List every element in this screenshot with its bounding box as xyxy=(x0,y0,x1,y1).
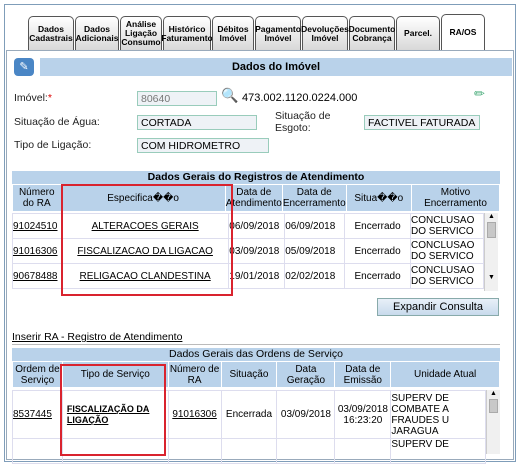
tab-ra-os[interactable]: RA/OS xyxy=(441,14,485,50)
tab-debitos-imovel[interactable]: Débitos Imóvel xyxy=(212,16,254,50)
ra-col-data-atendimento: Data de Atendimento xyxy=(224,184,283,212)
os-col-data-emissao: Data de Emissão xyxy=(334,361,392,388)
ra-motivo: CONCLUSAO DO SERVICO xyxy=(410,263,484,289)
ra-section-title: Dados Gerais do Registros de Atendimento xyxy=(12,171,500,184)
os-col-data-geracao: Data Geração xyxy=(276,361,336,388)
os-situacao: Encerrada xyxy=(220,390,278,439)
os-unidade: SUPERV DE xyxy=(390,438,486,464)
ra-motivo: CONCLUSAO DO SERVICO xyxy=(410,238,484,264)
agua-field: CORTADA xyxy=(137,115,257,130)
tab-historico-faturamento[interactable]: Histórico Faturamento xyxy=(161,16,213,50)
imovel-label: Imóvel:* xyxy=(14,92,52,104)
os-number-link[interactable]: 8537445 xyxy=(13,409,52,420)
chat-icon[interactable]: ✎ xyxy=(14,58,34,76)
ra-situacao: Encerrado xyxy=(344,238,412,264)
ra-data-encerramento: 02/02/2018 xyxy=(284,263,346,289)
ra-situacao: Encerrado xyxy=(344,213,412,239)
esgoto-label: Situação de Esgoto: xyxy=(275,110,331,134)
ra-data-atendimento: 03/09/2018 xyxy=(228,238,286,264)
ra-scrollbar[interactable]: ▲ ▼ xyxy=(484,213,498,291)
expandir-consulta-button[interactable]: Expandir Consulta xyxy=(377,298,499,316)
tab-pagamento-imovel[interactable]: Pagamento Imóvel xyxy=(255,16,301,50)
scroll-thumb[interactable] xyxy=(489,399,498,413)
tab-dados-adicionais[interactable]: Dados Adicionais xyxy=(75,16,119,50)
tipo-servico-highlight xyxy=(60,364,166,456)
os-scrollbar[interactable]: ▲ xyxy=(486,390,500,454)
scroll-thumb[interactable] xyxy=(487,222,496,238)
ra-number-link[interactable]: 90678488 xyxy=(13,271,58,282)
os-col-ordem: Ordem de Serviço xyxy=(12,361,63,388)
tab-bar: Dados Cadastrais Dados Adicionais Anális… xyxy=(28,12,485,50)
ra-situacao: Encerrado xyxy=(344,263,412,289)
os-section-title: Dados Gerais das Ordens de Serviço xyxy=(12,348,500,361)
os-data-geracao: 03/09/2018 xyxy=(276,390,336,439)
eraser-icon[interactable]: ✏ xyxy=(474,86,485,102)
tab-parcel[interactable]: Parcel. xyxy=(396,16,440,50)
ra-col-data-encerramento: Data de Encerramento xyxy=(281,184,347,212)
especificacao-highlight xyxy=(61,184,233,296)
tab-devolucoes-imovel[interactable]: Devoluções Imóvel xyxy=(301,16,349,50)
os-col-situacao: Situação xyxy=(220,361,278,388)
ra-col-numero: Número do RA xyxy=(12,184,62,212)
agua-label: Situação de Água: xyxy=(14,116,100,128)
scroll-down-icon[interactable]: ▼ xyxy=(485,274,498,281)
scroll-up-icon[interactable]: ▲ xyxy=(485,213,498,220)
tab-documento-cobranca[interactable]: Documento Cobrança xyxy=(349,16,395,50)
tab-dados-cadastrais[interactable]: Dados Cadastrais xyxy=(28,16,74,50)
imovel-section-title: Dados do Imóvel xyxy=(40,58,512,76)
ligacao-label: Tipo de Ligação: xyxy=(14,139,92,151)
os-data-emissao: 03/09/2018 16:23:20 xyxy=(334,390,392,439)
divider xyxy=(12,344,500,345)
os-ra-link[interactable]: 91016306 xyxy=(172,409,217,420)
imovel-inscricao-field: 473.002.1120.0224.000 xyxy=(242,92,358,104)
os-unidade: SUPERV DE COMBATE A FRAUDES U JARAGUA xyxy=(390,390,486,439)
ra-data-atendimento: 19/01/2018 xyxy=(228,263,286,289)
magnifier-search-icon[interactable]: 🔍 xyxy=(221,87,238,104)
ra-data-atendimento: 06/09/2018 xyxy=(228,213,286,239)
tab-analise-ligacao-consumo[interactable]: Análise Ligação Consumo xyxy=(120,16,162,50)
imovel-input[interactable]: 80640 xyxy=(137,91,217,106)
ra-data-encerramento: 06/09/2018 xyxy=(284,213,346,239)
ra-number-link[interactable]: 91024510 xyxy=(13,221,58,232)
ligacao-field: COM HIDROMETRO xyxy=(137,138,269,153)
scroll-up-icon[interactable]: ▲ xyxy=(487,390,500,397)
os-col-unidade: Unidade Atual xyxy=(390,361,500,388)
ra-data-encerramento: 05/09/2018 xyxy=(284,238,346,264)
os-col-numero-ra: Número de RA xyxy=(167,361,222,388)
ra-motivo: CONCLUSAO DO SERVICO xyxy=(410,213,484,239)
ra-col-situacao: Situa��o xyxy=(345,184,412,212)
ra-number-link[interactable]: 91016306 xyxy=(13,246,58,257)
esgoto-field: FACTIVEL FATURADA xyxy=(364,115,480,130)
ra-col-motivo: Motivo Encerramento xyxy=(410,184,501,212)
inserir-ra-link[interactable]: Inserir RA - Registro de Atendimento xyxy=(12,331,182,343)
